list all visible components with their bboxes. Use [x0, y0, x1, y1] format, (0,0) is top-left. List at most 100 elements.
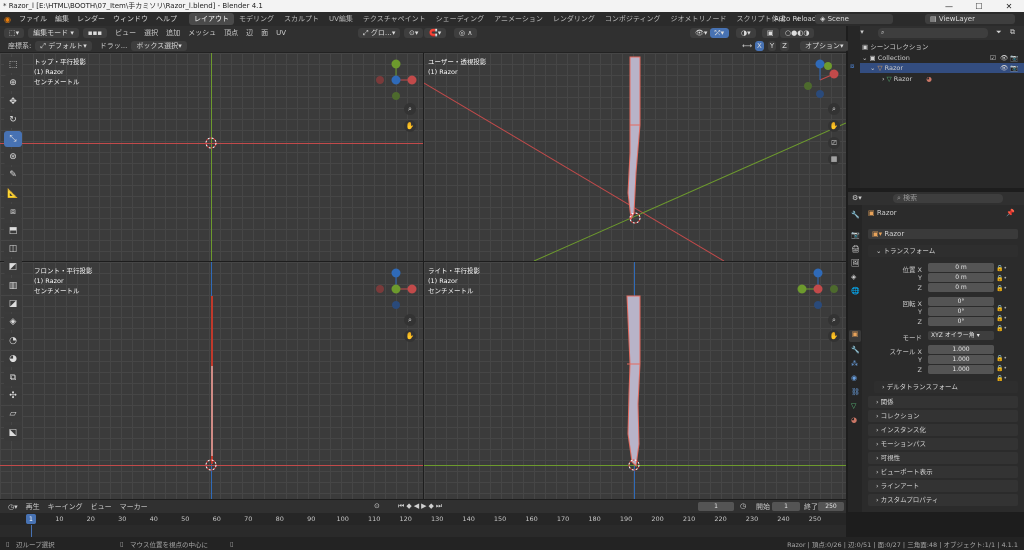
render-tab-icon[interactable]: 📷 [851, 231, 860, 239]
tab-compositing[interactable]: コンポジティング [600, 13, 666, 25]
section-viewport-display[interactable]: › ビューポート表示 [868, 466, 1018, 478]
properties-editor-icon[interactable]: ⚙▾ [852, 194, 862, 202]
prev-key-icon[interactable]: ◆ [406, 502, 413, 510]
add-cube-tool-icon[interactable]: ⧈ [4, 204, 22, 221]
minimize-icon[interactable]: — [934, 0, 964, 12]
menu-window[interactable]: ウィンドウ [109, 14, 152, 24]
blender-logo-icon[interactable]: ◉ [0, 15, 15, 24]
camera-render-icon[interactable]: 📷 [1010, 63, 1018, 73]
pivot-dropdown[interactable]: ⊙▾ [404, 27, 424, 38]
auto-reload-label[interactable]: Auto Reload [770, 15, 820, 23]
exclude-checkbox[interactable]: ☑ [990, 53, 996, 63]
tab-layout[interactable]: レイアウト [188, 13, 234, 25]
location-x-field[interactable]: 0 m [928, 263, 994, 272]
play-reverse-icon[interactable]: ◀ [414, 502, 421, 510]
menu-view[interactable]: ビュー [111, 28, 140, 38]
tab-geometry-nodes[interactable]: ジオメトリノード [665, 13, 731, 25]
bevel-tool-icon[interactable]: ◩ [4, 259, 22, 276]
view-layer-tab-icon[interactable]: 🖼 [851, 259, 860, 267]
modifiers-tab-icon[interactable]: 🔧 [851, 346, 860, 354]
section-collections[interactable]: › コレクション [868, 410, 1018, 422]
scale-z-field[interactable]: 1.000 [928, 365, 994, 374]
box-select-dropdown[interactable]: ボックス選択▾ [131, 40, 187, 51]
scale-y-field[interactable]: 1.000 [928, 355, 994, 364]
zoom-icon[interactable]: ⌕ [404, 314, 416, 326]
pan-hand-icon[interactable]: ✋ [828, 120, 840, 132]
gizmo-toggle[interactable]: ⤱▾ [710, 27, 730, 38]
xray-toggle[interactable]: ▣ [762, 27, 779, 38]
inset-tool-icon[interactable]: ◫ [4, 240, 22, 257]
navigation-gizmo[interactable] [796, 267, 840, 311]
move-tool-icon[interactable]: ✥ [4, 93, 22, 110]
rotate-tool-icon[interactable]: ↻ [4, 112, 22, 129]
menu-playback[interactable]: 再生 [22, 502, 44, 512]
shear-tool-icon[interactable]: ▱ [4, 406, 22, 423]
mirror-x[interactable]: X [755, 40, 764, 51]
options-dropdown[interactable]: オプション▾ [800, 40, 849, 51]
loop-cut-tool-icon[interactable]: ▥ [4, 277, 22, 294]
scale-x-field[interactable]: 1.000 [928, 345, 994, 354]
poly-build-tool-icon[interactable]: ◈ [4, 314, 22, 331]
menu-select[interactable]: 選択 [140, 28, 162, 38]
spin-tool-icon[interactable]: ◔ [4, 332, 22, 349]
menu-marker[interactable]: マーカー [116, 502, 152, 512]
new-collection-icon[interactable]: ⧉ [1010, 28, 1015, 37]
keyframe-record-icon[interactable]: ⊙ [374, 502, 380, 510]
section-instancing[interactable]: › インスタンス化 [868, 424, 1018, 436]
outliner-mesh-data[interactable]: › ▽ Razor ◕ [882, 74, 932, 84]
outliner-scene-collection[interactable]: ▣ シーンコレクション [862, 42, 928, 52]
scene-tab-icon[interactable]: ◈ [851, 273, 856, 281]
tab-animation[interactable]: アニメーション [489, 13, 548, 25]
knife-tool-icon[interactable]: ◪ [4, 296, 22, 313]
tab-modeling[interactable]: モデリング [234, 13, 279, 25]
location-y-field[interactable]: 0 m [928, 273, 994, 282]
menu-file[interactable]: ファイル [15, 14, 51, 24]
transform-tool-icon[interactable]: ⊛ [4, 148, 22, 165]
select-box-tool-icon[interactable]: ⬚ [4, 57, 22, 73]
menu-render[interactable]: レンダー [73, 14, 109, 24]
location-z-field[interactable]: 0 m [928, 283, 994, 292]
snap-toggle[interactable]: 🧲▾ [424, 27, 447, 38]
scale-tool-icon[interactable]: ⤡ [4, 130, 22, 147]
annotate-tool-icon[interactable]: ✎ [4, 167, 22, 184]
menu-help[interactable]: ヘルプ [152, 14, 181, 24]
rotation-mode-dropdown[interactable]: XYZ オイラー角 ▾ [928, 331, 994, 340]
object-name-field[interactable]: ▣▾ Razor [868, 229, 1018, 239]
viewlayer-selector[interactable]: ▤ ViewLayer [925, 14, 1015, 24]
section-visibility[interactable]: › 可視性 [868, 452, 1018, 464]
mirror-y[interactable]: Y [767, 40, 777, 51]
pin-icon[interactable]: 📌 [1006, 209, 1015, 217]
visibility-eye-icon[interactable]: 👁 [1000, 53, 1008, 63]
camera-render-icon[interactable]: 📷 [1010, 53, 1018, 63]
tab-texture-paint[interactable]: テクスチャペイント [358, 13, 431, 25]
viewport-user-perspective[interactable]: ユーザー・透視投影 (1) Razor ⌕ ✋ ⎚ ▦ [424, 53, 846, 261]
zoom-icon[interactable]: ⌕ [828, 314, 840, 326]
section-motion-paths[interactable]: › モーションパス [868, 438, 1018, 450]
navigation-gizmo[interactable] [374, 58, 418, 102]
lock-icons[interactable]: 🔒• 🔒• 🔒• 🔒• 🔒• 🔒• 🔒• 🔒• 🔒• [996, 264, 1007, 384]
measure-tool-icon[interactable]: 📐 [4, 185, 22, 202]
smooth-tool-icon[interactable]: ◕ [4, 351, 22, 368]
rotation-x-field[interactable]: 0° [928, 297, 994, 306]
menu-mesh[interactable]: メッシュ [184, 28, 220, 38]
orientation-dropdown[interactable]: ⤢ デフォルト▾ [35, 40, 92, 51]
menu-face[interactable]: 面 [257, 28, 272, 38]
visibility-eye-icon[interactable]: 👁 [1000, 63, 1008, 73]
ortho-toggle-icon[interactable]: ▦ [828, 153, 840, 165]
shrink-fatten-tool-icon[interactable]: ✣ [4, 388, 22, 405]
menu-timeline-view[interactable]: ビュー [87, 502, 116, 512]
object-tab-icon[interactable]: ▣ [849, 330, 861, 342]
outliner-collection[interactable]: ⌄ ▣ Collection ☑ 👁 📷 [862, 53, 1024, 63]
particles-tab-icon[interactable]: ⁂ [851, 360, 858, 368]
tab-shading[interactable]: シェーディング [431, 13, 490, 25]
end-frame-field[interactable]: 250 [818, 502, 844, 511]
editor-type-icon[interactable]: ⬚▾ [4, 27, 25, 38]
start-frame-field[interactable]: 1 [772, 502, 800, 511]
scene-selector[interactable]: ◈ Scene [815, 14, 893, 24]
outliner-object-razor[interactable]: ⌄ ▽ Razor 👁 📷 [848, 63, 1024, 73]
next-key-icon[interactable]: ◆ [428, 502, 435, 510]
clock-icon[interactable]: ◷ [740, 502, 746, 510]
timeline-ruler[interactable]: 1 10 20 30 40 50 60 70 80 90 100 110 120 130 140 150 160… [0, 513, 846, 525]
section-custom-properties[interactable]: › カスタムプロパティ [868, 494, 1018, 506]
viewport-right[interactable]: ライト・平行投影 (1) Razor センチメートル ⌕ ✋ [424, 262, 846, 499]
